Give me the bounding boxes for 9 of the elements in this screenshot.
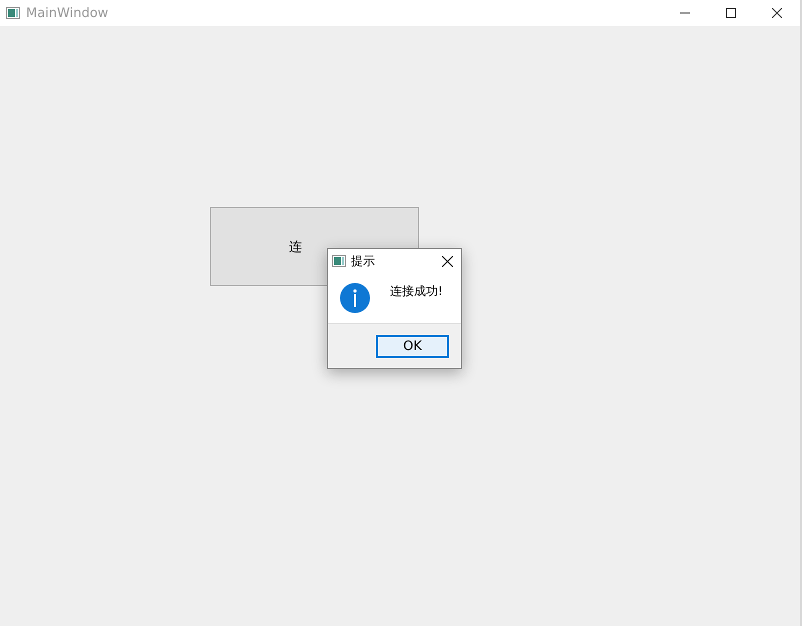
app-icon	[332, 255, 346, 267]
window-title: MainWindow	[26, 6, 108, 20]
maximize-icon	[726, 8, 736, 18]
close-icon	[772, 8, 782, 18]
close-icon	[442, 256, 452, 266]
ok-button[interactable]: OK	[376, 334, 449, 358]
dialog-title: 提示	[351, 252, 376, 270]
info-icon	[340, 283, 370, 313]
app-icon	[6, 7, 20, 19]
